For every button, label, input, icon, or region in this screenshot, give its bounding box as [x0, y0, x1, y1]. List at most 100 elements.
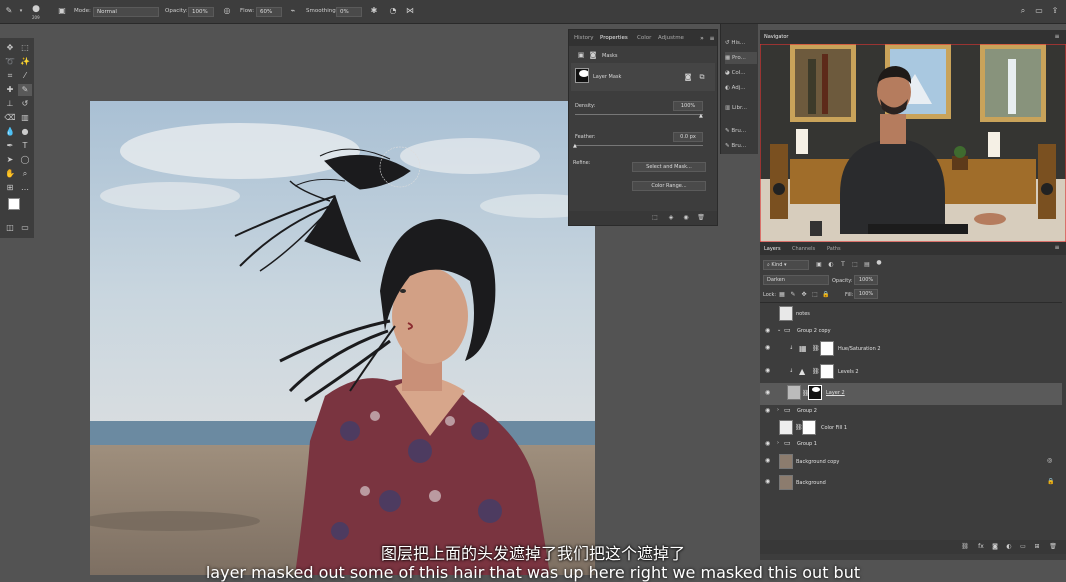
crop-tool-icon[interactable]: ⌗ [3, 70, 17, 82]
pressure-opacity-icon[interactable]: ◎ [222, 6, 232, 16]
dock-properties[interactable]: ▦ Pro... [725, 52, 757, 64]
visibility-eye-icon[interactable]: ◉ [765, 345, 773, 351]
tab-adjustments[interactable]: Adjustme [658, 35, 684, 41]
tab-channels[interactable]: Channels [792, 246, 815, 252]
layer-row-hue-saturation-2[interactable]: ◉ ↓ ▦ ⛓ Hue/Saturation 2 [760, 339, 1062, 359]
filter-adjustment-icon[interactable]: ◐ [826, 260, 836, 270]
stamp-tool-icon[interactable]: ⊥ [3, 98, 17, 110]
filter-pixel-icon[interactable]: ▣ [814, 260, 824, 270]
vector-mask-icon[interactable]: ◙ [588, 50, 598, 60]
tab-properties[interactable]: Properties [600, 35, 628, 41]
density-slider-handle[interactable]: ▲ [699, 113, 703, 119]
tab-color[interactable]: Color [637, 35, 651, 41]
opacity-field[interactable]: 100% [188, 7, 214, 17]
filter-toggle-icon[interactable]: ● [874, 258, 884, 268]
tab-paths[interactable]: Paths [827, 246, 841, 252]
eraser-tool-icon[interactable]: ⌫ [3, 112, 17, 124]
lock-all-icon[interactable]: 🔒 [821, 290, 831, 300]
lock-transparent-icon[interactable]: ▦ [777, 290, 787, 300]
visibility-eye-icon[interactable]: ◉ [765, 458, 773, 464]
visibility-eye-icon[interactable]: ◉ [765, 390, 773, 396]
blend-mode-select[interactable]: Darken [763, 275, 829, 285]
workspace-icon[interactable]: ▭ [1034, 6, 1044, 16]
dock-brushes[interactable]: ✎ Bru... [725, 125, 757, 137]
layer-row-group-2[interactable]: ◉ › ▭ Group 2 [760, 404, 1062, 418]
feather-field[interactable]: 0.0 px [673, 132, 703, 142]
shape-tool-icon[interactable]: ◯ [18, 154, 32, 166]
pressure-size-icon[interactable]: ◔ [388, 6, 398, 16]
pen-tool-icon[interactable]: ✒ [3, 140, 17, 152]
layer-filter-kind[interactable]: ⌕ Kind ▾ [763, 260, 809, 270]
visibility-eye-icon[interactable]: ◉ [765, 408, 773, 414]
navigator-thumbnail-video[interactable] [760, 44, 1066, 242]
layer-row-group-2-copy[interactable]: ◉ ⌄ ▭ Group 2 copy [760, 324, 1062, 338]
smoothing-field[interactable]: 0% [336, 7, 362, 17]
density-slider[interactable] [575, 114, 703, 115]
type-tool-icon[interactable]: T [18, 140, 32, 152]
flow-field[interactable]: 60% [256, 7, 282, 17]
navigator-menu-icon[interactable]: ≡ [1052, 32, 1062, 42]
vector-add-icon[interactable]: ⧉ [697, 72, 707, 82]
layer-opacity-field[interactable]: 100% [854, 275, 878, 285]
document-canvas[interactable] [90, 101, 595, 575]
apply-icon[interactable]: ◈ [666, 213, 676, 223]
share-icon[interactable]: ⇪ [1050, 6, 1060, 16]
brush-tool-icon[interactable]: ✎ [4, 6, 14, 16]
mask-link-icon[interactable]: ⛓ [812, 345, 820, 352]
dock-brush-settings[interactable]: ✎ Bru... [725, 140, 757, 152]
more-tools-icon[interactable]: … [18, 182, 32, 194]
brush-preset-icon[interactable]: ● [31, 4, 41, 14]
gradient-tool-icon[interactable]: ▥ [18, 112, 32, 124]
tab-layers[interactable]: Layers [764, 246, 781, 252]
screen-mode-icon[interactable]: ▭ [18, 222, 32, 234]
lock-position-icon[interactable]: ✥ [799, 290, 809, 300]
layer-effects-icon[interactable]: ◎ [1047, 457, 1052, 464]
fill-field[interactable]: 100% [854, 289, 878, 299]
pixel-mask-icon[interactable]: ▣ [576, 50, 586, 60]
visibility-eye-icon[interactable]: ◉ [765, 328, 773, 334]
group-collapse-chevron-icon[interactable]: › [777, 407, 779, 413]
blur-tool-icon[interactable]: 💧 [3, 126, 17, 138]
dock-libraries[interactable]: ▥ Libr... [725, 102, 757, 114]
layers-menu-icon[interactable]: ≡ [1052, 243, 1062, 253]
layer-row-group-1[interactable]: ◉ › ▭ Group 1 [760, 437, 1062, 451]
layer-row-notes[interactable]: notes [760, 304, 1062, 324]
dock-color[interactable]: ◕ Col... [725, 67, 757, 79]
move-tool-icon[interactable]: ✥ [3, 42, 17, 54]
quick-mask-icon[interactable]: ◫ [3, 222, 17, 234]
smoothing-settings-icon[interactable]: ✱ [369, 6, 379, 16]
fill-mask-thumbnail[interactable] [802, 420, 816, 435]
magic-wand-icon[interactable]: ✨ [18, 56, 32, 68]
visibility-eye-icon[interactable]: ◉ [765, 479, 773, 485]
layer-mask-thumbnail[interactable] [808, 385, 822, 400]
lock-pixels-icon[interactable]: ✎ [788, 290, 798, 300]
visibility-icon[interactable]: ◉ [681, 213, 691, 223]
density-field[interactable]: 100% [673, 101, 703, 111]
feather-slider-handle[interactable]: ▲ [573, 143, 577, 149]
eyedropper-icon[interactable]: ⁄ [18, 70, 32, 82]
layer-row-levels-2[interactable]: ◉ ↓ ▲ ⛓ Levels 2 [760, 362, 1062, 382]
visibility-eye-icon[interactable]: ◉ [765, 441, 773, 447]
airbrush-icon[interactable]: ⌁ [288, 6, 298, 16]
dock-history[interactable]: ↺ His... [725, 37, 757, 49]
group-collapse-chevron-icon[interactable]: › [777, 440, 779, 446]
filter-smart-object-icon[interactable]: ▤ [862, 260, 872, 270]
lock-artboard-icon[interactable]: ⬚ [810, 290, 820, 300]
trash-icon[interactable]: 🗑 [696, 213, 706, 223]
symmetry-icon[interactable]: ⋈ [405, 6, 415, 16]
group-expand-chevron-icon[interactable]: ⌄ [777, 327, 781, 333]
mask-link-icon[interactable]: ⛓ [812, 368, 820, 375]
load-selection-icon[interactable]: ⬚ [650, 213, 660, 223]
tab-history[interactable]: History [574, 35, 594, 41]
artboard-icon[interactable]: ⊞ [3, 182, 17, 194]
zoom-tool-icon[interactable]: ⌕ [18, 168, 32, 180]
marquee-tool-icon[interactable]: ⬚ [18, 42, 32, 54]
lasso-tool-icon[interactable]: ➰ [3, 56, 17, 68]
history-brush-icon[interactable]: ↺ [18, 98, 32, 110]
panel-menu-icon[interactable]: ≡ [707, 34, 717, 44]
visibility-eye-icon[interactable]: ◉ [765, 368, 773, 374]
filter-type-icon[interactable]: T [838, 260, 848, 270]
dodge-tool-icon[interactable]: ● [18, 126, 32, 138]
hand-tool-icon[interactable]: ✋ [3, 168, 17, 180]
mode-select[interactable]: Normal [93, 7, 159, 17]
